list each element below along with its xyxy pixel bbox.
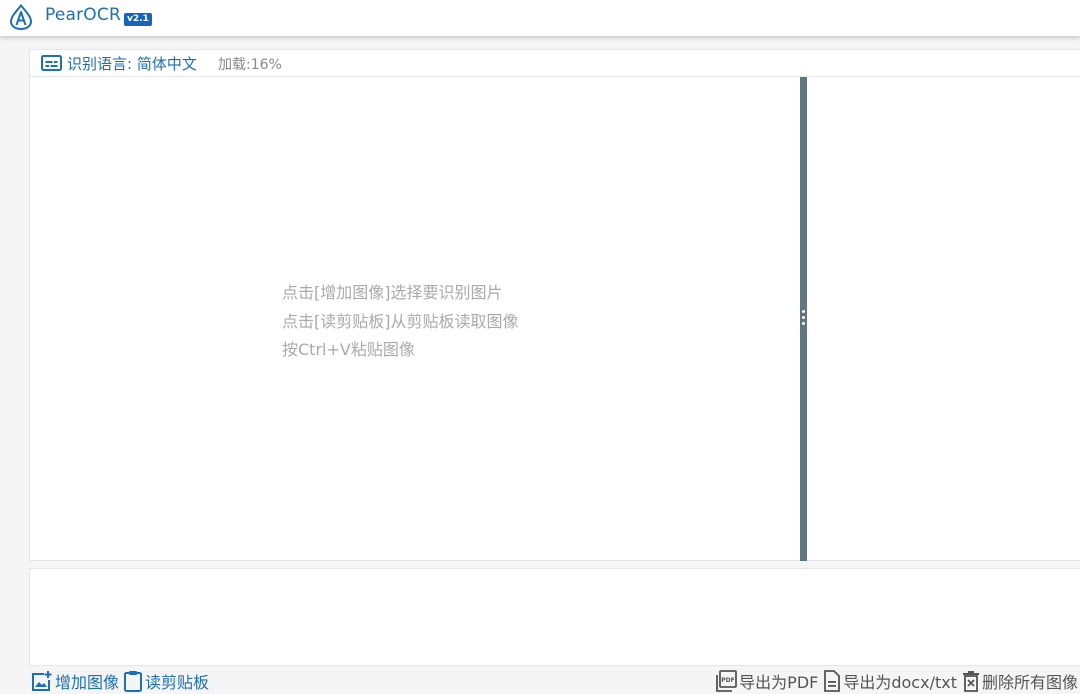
thumbnail-strip[interactable] [29, 568, 1080, 666]
export-docx-txt-button[interactable]: 导出为docx/txt [823, 669, 957, 693]
pear-a-logo-icon [9, 4, 33, 30]
delete-all-images-button[interactable]: 删除所有图像 [962, 669, 1078, 693]
read-clipboard-label: 读剪贴板 [145, 673, 210, 692]
image-preview-pane[interactable]: 点击[增加图像]选择要识别图片 点击[读剪贴板]从剪贴板读取图像 按Ctrl+V… [29, 77, 1080, 561]
export-docx-label: 导出为docx/txt [843, 673, 957, 692]
subtitles-icon[interactable] [41, 54, 62, 72]
delete-all-label: 删除所有图像 [981, 673, 1078, 692]
loading-progress: 加载:16% [218, 57, 282, 73]
pdf-icon: PDF [716, 670, 738, 692]
svg-text:PDF: PDF [721, 677, 734, 684]
app-header: PearOCR v2.1 [0, 0, 1080, 36]
export-pdf-label: 导出为PDF [739, 673, 819, 692]
clipboard-icon [124, 671, 143, 692]
read-clipboard-button[interactable]: 读剪贴板 [123, 669, 209, 693]
document-icon [824, 670, 841, 692]
recognition-language-selector[interactable]: 识别语言: 简体中文 [67, 53, 197, 74]
placeholder-line: 按Ctrl+V粘贴图像 [282, 340, 415, 359]
add-image-button[interactable]: 增加图像 [31, 669, 119, 693]
export-pdf-button[interactable]: PDF 导出为PDF [715, 669, 818, 693]
language-bar: 识别语言: 简体中文 加载:16% [29, 49, 1080, 77]
add-image-icon [32, 671, 52, 691]
bottom-toolbar-right: PDF 导出为PDF 导出为docx/txt 删除所有图像 [710, 668, 1078, 694]
version-badge: v2.1 [124, 13, 152, 26]
app-title: PearOCR [45, 5, 121, 25]
bottom-toolbar-left: 增加图像 读剪贴板 [31, 668, 213, 694]
placeholder-line: 点击[读剪贴板]从剪贴板读取图像 [282, 311, 519, 331]
pane-splitter-handle[interactable] [800, 77, 807, 561]
add-image-label: 增加图像 [55, 673, 120, 692]
grip-dots-icon [802, 310, 805, 326]
placeholder-instructions: 点击[增加图像]选择要识别图片 点击[读剪贴板]从剪贴板读取图像 按Ctrl+V… [282, 279, 519, 365]
trash-icon [962, 671, 979, 692]
placeholder-line: 点击[增加图像]选择要识别图片 [282, 283, 503, 302]
